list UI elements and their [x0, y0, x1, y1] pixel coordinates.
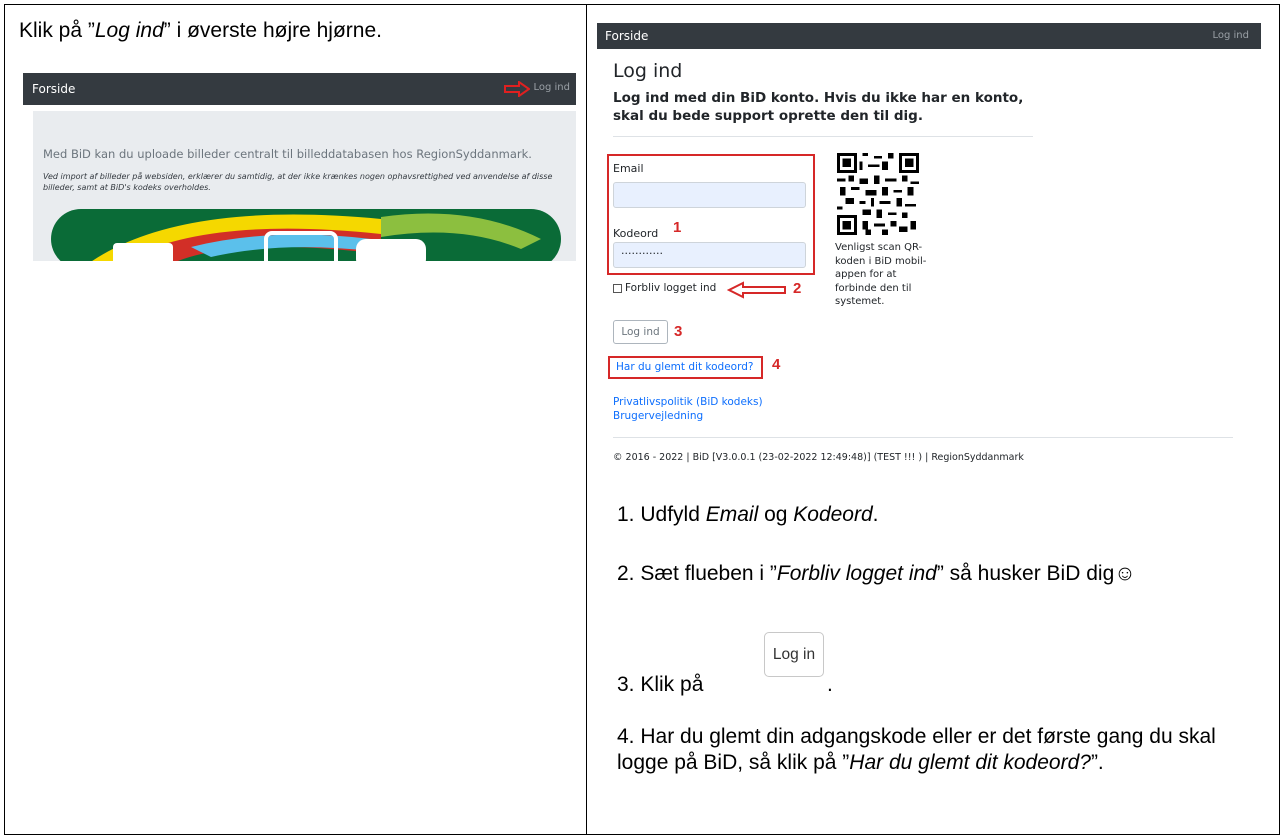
column-divider: [586, 5, 587, 834]
remember-me[interactable]: Forbliv logget ind: [613, 282, 716, 294]
step-3: 3. Klik på: [617, 673, 704, 696]
password-field[interactable]: ············: [613, 242, 806, 268]
forgot-password-link[interactable]: Har du glemt dit kodeord?: [616, 361, 753, 373]
login-link[interactable]: Log ind: [533, 82, 570, 93]
login-link[interactable]: Log ind: [1212, 30, 1249, 41]
page-subtitle: Log ind med din BiD konto. Hvis du ikke …: [613, 90, 1024, 124]
qr-instructions: Venligst scan QR-koden i BiD mobil-appen…: [835, 242, 927, 307]
marker-2: 2: [793, 280, 802, 297]
jumbotron: Med BiD kan du uploade billeder centralt…: [33, 111, 576, 261]
password-label: Kodeord: [613, 227, 659, 240]
step-2: 2. Sæt flueben i ”Forbliv logget ind” så…: [617, 562, 1136, 585]
step-1: 1. Udfyld Email og Kodeord.: [617, 503, 879, 526]
page-title: Log ind: [613, 60, 683, 82]
email-field[interactable]: [613, 182, 806, 208]
homepage-screenshot: Forside Log ind Med BiD kan du uploade b…: [23, 73, 576, 261]
footer: © 2016 - 2022 | BiD [V3.0.0.1 (23-02-202…: [613, 452, 1024, 463]
guide-link[interactable]: Brugervejledning: [613, 410, 703, 422]
divider: [613, 437, 1233, 438]
lead-text: Med BiD kan du uploade billeder centralt…: [43, 147, 532, 161]
login-page-screenshot: Forside Log ind Log ind Log ind med din …: [597, 23, 1261, 475]
navbar-brand[interactable]: Forside: [32, 82, 75, 96]
red-arrow-icon: [504, 81, 530, 97]
step-3-period: .: [827, 673, 833, 696]
left-instruction: Klik på ”Log ind” i øverste højre hjørne…: [19, 19, 382, 42]
copyright-notice: Ved import af billeder på websiden, erkl…: [43, 172, 553, 192]
step-4: 4. Har du glemt din adgangskode eller er…: [617, 725, 1216, 774]
login-button-example: Log in: [764, 632, 824, 677]
privacy-link[interactable]: Privatlivspolitik (BiD kodeks): [613, 396, 763, 408]
email-label: Email: [613, 162, 644, 175]
left-arrow-icon: [727, 281, 786, 299]
navbar: Forside Log ind: [23, 73, 576, 105]
remember-label: Forbliv logget ind: [625, 282, 717, 294]
document-table: Klik på ”Log ind” i øverste højre hjørne…: [4, 4, 1280, 835]
qr-code-icon: [837, 153, 919, 235]
remember-checkbox[interactable]: [613, 283, 622, 293]
marker-3: 3: [674, 323, 683, 340]
navbar: Forside Log ind: [597, 23, 1261, 49]
bid-logo: [51, 209, 561, 261]
marker-1: 1: [673, 219, 682, 236]
login-button[interactable]: Log ind: [613, 320, 668, 344]
divider: [613, 136, 1033, 137]
navbar-brand[interactable]: Forside: [605, 29, 648, 43]
marker-4: 4: [772, 356, 781, 373]
